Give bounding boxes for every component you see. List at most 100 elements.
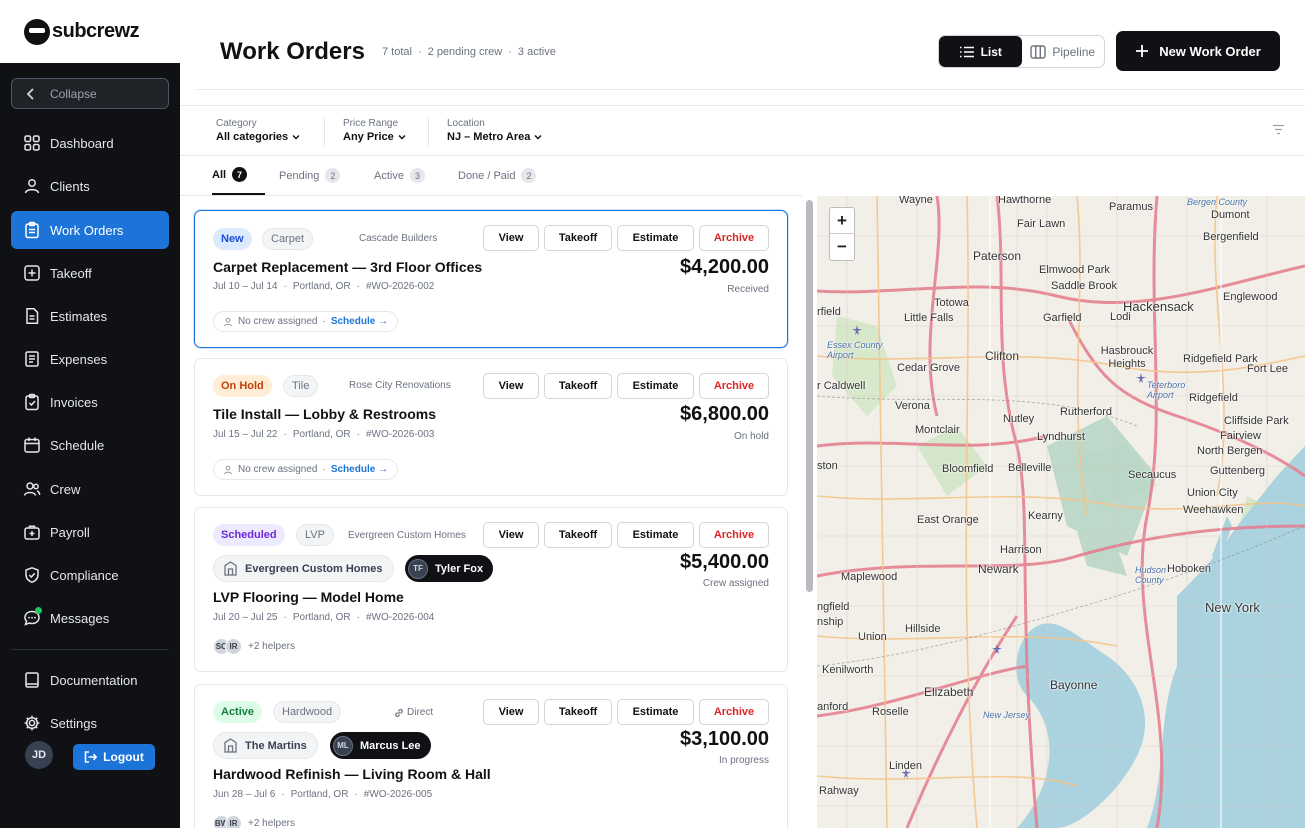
client-pill-label: The Martins [245, 739, 307, 752]
work-order-card[interactable]: On Hold Tile Rose City Renovations View … [194, 358, 788, 496]
list-scrollbar[interactable] [806, 200, 813, 592]
sidebar-item-label: Compliance [50, 567, 119, 583]
sidebar-item-work-orders[interactable]: Work Orders [11, 211, 169, 249]
takeoff-button[interactable]: Takeoff [544, 373, 612, 399]
link-icon [395, 708, 403, 717]
logout-button[interactable]: Logout [73, 744, 155, 770]
estimate-button[interactable]: Estimate [617, 699, 694, 725]
clients-icon [24, 179, 40, 194]
view-list-button[interactable]: List [939, 36, 1022, 67]
map-label: North Bergen [1197, 445, 1263, 457]
map-label: rfield [817, 306, 841, 318]
sidebar-item-expenses[interactable]: Expenses [11, 340, 169, 378]
map-view[interactable]: + − Wayne Hawthorne Paramus Bergen Count… [817, 196, 1305, 828]
filter-label: Category [216, 118, 257, 129]
sidebar-item-messages[interactable]: Messages [11, 599, 169, 637]
logo[interactable]: subcrewz [24, 18, 140, 45]
tab-count: 2 [521, 168, 537, 183]
estimate-button[interactable]: Estimate [617, 522, 694, 548]
map-label: Little Falls [904, 312, 954, 324]
meta-dot: · [356, 612, 360, 623]
work-order-meta: Jun 28 – Jul 6 · Portland, OR · #WO-2026-0… [213, 789, 432, 800]
filter-location[interactable]: Location NJ – Metro Area [447, 118, 542, 143]
tab-active[interactable]: Active 3 [374, 156, 425, 195]
work-order-card[interactable]: Scheduled LVP Evergreen Custom Homes Vie… [194, 507, 788, 672]
crew-lead-pill[interactable]: TF Tyler Fox [405, 555, 494, 582]
unread-dot [35, 607, 42, 614]
chevron-down-icon [398, 135, 406, 140]
status-badge: Active [213, 701, 263, 723]
view-button[interactable]: View [483, 225, 539, 251]
user-avatar[interactable]: JD [25, 741, 53, 769]
work-order-card[interactable]: Active Hardwood Direct View Takeoff Esti… [194, 684, 788, 828]
tab-done-paid[interactable]: Done / Paid 2 [458, 156, 537, 195]
tab-pending[interactable]: Pending 2 [279, 156, 341, 195]
sidebar-item-settings[interactable]: Settings [11, 704, 169, 742]
map-label: Bayonne [1050, 678, 1098, 692]
map-label: Bergen County [1187, 197, 1248, 207]
view-button[interactable]: View [483, 699, 539, 725]
helpers-row: SO IR +2 helpers [213, 638, 295, 655]
brand-area: subcrewz [0, 0, 180, 63]
sidebar-item-schedule[interactable]: Schedule [11, 426, 169, 464]
sidebar-item-takeoff[interactable]: Takeoff [11, 254, 169, 292]
zoom-out-button[interactable]: − [830, 234, 854, 260]
sidebar-item-crew[interactable]: Crew [11, 470, 169, 508]
takeoff-button[interactable]: Takeoff [544, 225, 612, 251]
meta-dot: · [354, 789, 358, 800]
stat-separator: · [508, 46, 512, 58]
view-pipeline-button[interactable]: Pipeline [1022, 36, 1105, 67]
estimate-button[interactable]: Estimate [617, 225, 694, 251]
zoom-in-button[interactable]: + [830, 208, 854, 234]
no-crew-text: No crew assigned [238, 316, 318, 327]
sidebar-item-label: Settings [50, 715, 97, 731]
app-root: subcrewz Collapse Dashboard Clients Work… [0, 0, 1305, 828]
archive-button[interactable]: Archive [699, 699, 769, 725]
sidebar-item-invoices[interactable]: Invoices [11, 383, 169, 421]
view-button[interactable]: View [483, 373, 539, 399]
work-order-title: LVP Flooring — Model Home [213, 589, 404, 605]
archive-button[interactable]: Archive [699, 225, 769, 251]
work-order-number: #WO-2026-002 [366, 281, 435, 292]
new-work-order-button[interactable]: New Work Order [1116, 31, 1280, 71]
client-pill[interactable]: Evergreen Custom Homes [213, 555, 394, 582]
work-order-title: Carpet Replacement — 3rd Floor Offices [213, 259, 483, 275]
schedule-link[interactable]: Schedule → [331, 464, 388, 475]
sidebar-item-payroll[interactable]: Payroll [11, 513, 169, 551]
work-order-card[interactable]: New Carpet Cascade Builders View Takeoff… [194, 210, 788, 348]
collapse-button[interactable]: Collapse [11, 78, 169, 109]
new-work-order-label: New Work Order [1159, 43, 1261, 59]
sidebar-item-estimates[interactable]: Estimates [11, 297, 169, 335]
helpers-count: +2 helpers [248, 818, 295, 828]
map-label: Harrison [1000, 544, 1042, 556]
category-tag: Carpet [262, 228, 314, 250]
archive-button[interactable]: Archive [699, 373, 769, 399]
takeoff-button[interactable]: Takeoff [544, 699, 612, 725]
sidebar-item-label: Dashboard [50, 135, 114, 151]
sidebar-item-clients[interactable]: Clients [11, 167, 169, 205]
archive-button[interactable]: Archive [699, 522, 769, 548]
view-button[interactable]: View [483, 522, 539, 548]
tab-all[interactable]: All 7 [212, 156, 265, 195]
filter-value: NJ – Metro Area [447, 131, 531, 143]
page-title: Work Orders [220, 38, 365, 65]
sidebar-item-dashboard[interactable]: Dashboard [11, 124, 169, 162]
map-label: Fair Lawn [1017, 218, 1066, 230]
takeoff-button[interactable]: Takeoff [544, 522, 612, 548]
crew-lead-pill[interactable]: ML Marcus Lee [330, 732, 431, 759]
no-crew-text: No crew assigned [238, 464, 318, 475]
map-label: Essex County Airport [827, 340, 883, 360]
sidebar-item-compliance[interactable]: Compliance [11, 556, 169, 594]
date-range: Jul 15 – Jul 22 [213, 429, 278, 440]
filter-category[interactable]: Category All categories [216, 118, 300, 143]
schedule-link[interactable]: Schedule → [331, 316, 388, 327]
stat-pending: 2 pending crew [427, 46, 503, 58]
sidebar-item-documentation[interactable]: Documentation [11, 661, 169, 699]
client-pill[interactable]: The Martins [213, 732, 318, 759]
filter-price-range[interactable]: Price Range Any Price [343, 118, 406, 143]
meta-dot: · [281, 789, 285, 800]
filter-icon[interactable] [1272, 124, 1285, 135]
estimate-button[interactable]: Estimate [617, 373, 694, 399]
date-range: Jul 20 – Jul 25 [213, 612, 278, 623]
work-order-meta: Jul 10 – Jul 14 · Portland, OR · #WO-2026-… [213, 281, 434, 292]
